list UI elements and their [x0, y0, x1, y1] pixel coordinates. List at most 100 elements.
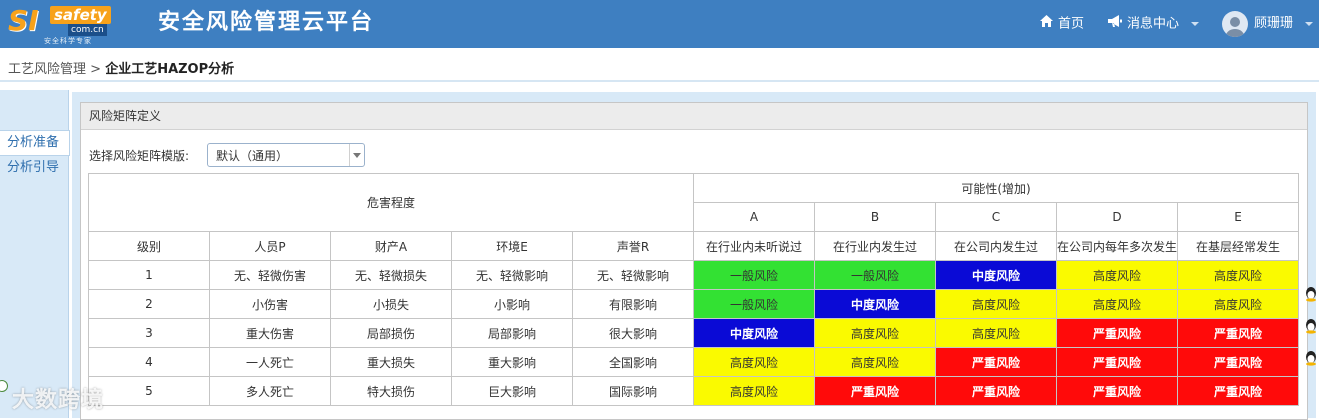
risk-matrix-panel: 风险矩阵定义 选择风险矩阵模版: 默认（通用） 危害程度 可能性(增加) A B… [80, 102, 1308, 420]
personnel-cell: 一人死亡 [209, 347, 331, 377]
risk-cell[interactable]: 高度风险 [814, 347, 936, 377]
risk-cell[interactable]: 高度风险 [1177, 289, 1299, 319]
risk-cell[interactable]: 高度风险 [693, 376, 815, 406]
table-row: 5 多人死亡 特大损伤 巨大影响 国际影响 高度风险 严重风险 严重风险 严重风险 严重风险 [88, 376, 1299, 406]
reputation-cell: 无、轻微影响 [572, 260, 694, 290]
template-select[interactable]: 默认（通用） [207, 143, 365, 167]
property-cell: 重大损失 [330, 347, 452, 377]
template-value: 默认（通用） [216, 149, 289, 163]
column-header: 财产A [330, 231, 452, 261]
severity-header: 危害程度 [88, 173, 694, 232]
logo-si: SI [8, 4, 39, 37]
risk-cell[interactable]: 中度风险 [693, 318, 815, 348]
risk-cell[interactable]: 严重风险 [1177, 318, 1299, 348]
avatar [1222, 10, 1248, 37]
risk-cell[interactable]: 高度风险 [693, 347, 815, 377]
qq-chat-icon[interactable] [1304, 286, 1318, 302]
personnel-cell: 小伤害 [209, 289, 331, 319]
likelihood-letter: A [693, 202, 815, 232]
environment-cell: 局部影响 [451, 318, 573, 348]
message-label: 消息中心 [1127, 16, 1180, 32]
risk-cell[interactable]: 严重风险 [935, 347, 1057, 377]
likelihood-desc: 在基层经常发生 [1177, 231, 1299, 261]
level-cell: 3 [88, 318, 210, 348]
risk-cell[interactable]: 严重风险 [935, 376, 1057, 406]
risk-cell[interactable]: 一般风险 [693, 260, 815, 290]
top-bar: SI safety com.cn 安全科学专家 安全风险管理云平台 首页 消息中… [0, 0, 1319, 48]
bullhorn-icon [1108, 0, 1122, 48]
app-title: 安全风险管理云平台 [158, 10, 375, 35]
template-label: 选择风险矩阵模版: [89, 149, 190, 163]
breadcrumb-parent[interactable]: 工艺风险管理 [8, 62, 86, 77]
reputation-cell: 有限影响 [572, 289, 694, 319]
likelihood-desc: 在行业内发生过 [814, 231, 936, 261]
personnel-cell: 重大伤害 [209, 318, 331, 348]
risk-cell[interactable]: 严重风险 [1177, 376, 1299, 406]
risk-cell[interactable]: 中度风险 [814, 289, 936, 319]
table-row: 3 重大伤害 局部损伤 局部影响 很大影响 中度风险 高度风险 高度风险 严重风险 严重风险 [88, 318, 1299, 348]
message-center[interactable]: 消息中心 [1108, 0, 1200, 48]
table-row: 2 小伤害 小损失 小影响 有限影响 一般风险 中度风险 高度风险 高度风险 高度风险 [88, 289, 1299, 319]
risk-cell[interactable]: 中度风险 [935, 260, 1057, 290]
likelihood-letter: E [1177, 202, 1299, 232]
likelihood-desc: 在公司内发生过 [935, 231, 1057, 261]
risk-cell[interactable]: 一般风险 [814, 260, 936, 290]
home-label: 首页 [1058, 16, 1085, 32]
reputation-cell: 全国影响 [572, 347, 694, 377]
breadcrumb-current: 企业工艺HAZOP分析 [105, 62, 235, 77]
qq-chat-icon[interactable] [1304, 350, 1318, 366]
risk-cell[interactable]: 严重风险 [814, 376, 936, 406]
collapse-handle[interactable] [0, 380, 8, 392]
table-row: 1 无、轻微伤害 无、轻微损失 无、轻微影响 无、轻微影响 一般风险 一般风险 中度风险 高度风… [88, 260, 1299, 290]
user-name: 顾珊珊 [1254, 16, 1294, 31]
risk-cell[interactable]: 高度风险 [814, 318, 936, 348]
breadcrumb-separator: > [86, 62, 106, 77]
home-icon [1040, 0, 1053, 48]
risk-cell[interactable]: 严重风险 [1056, 318, 1178, 348]
sidebar-item-analysis-guide[interactable]: 分析引导 [0, 156, 69, 180]
likelihood-header: 可能性(增加) [693, 173, 1299, 203]
logo[interactable]: SI safety com.cn 安全科学专家 [8, 4, 148, 45]
likelihood-desc: 在行业内未听说过 [693, 231, 815, 261]
table-row: 4 一人死亡 重大损失 重大影响 全国影响 高度风险 高度风险 严重风险 严重风险 严重风险 [88, 347, 1299, 377]
user-menu[interactable]: 顾珊珊 [1222, 0, 1314, 48]
property-cell: 小损失 [330, 289, 452, 319]
level-cell: 5 [88, 376, 210, 406]
column-header: 人员P [209, 231, 331, 261]
property-cell: 无、轻微损失 [330, 260, 452, 290]
personnel-cell: 多人死亡 [209, 376, 331, 406]
reputation-cell: 很大影响 [572, 318, 694, 348]
divider [0, 80, 1319, 82]
reputation-cell: 国际影响 [572, 376, 694, 406]
sidebar-item-analysis-prep[interactable]: 分析准备 [0, 130, 70, 156]
risk-cell[interactable]: 高度风险 [935, 318, 1057, 348]
risk-cell[interactable]: 一般风险 [693, 289, 815, 319]
chevron-down-icon [1191, 22, 1200, 26]
environment-cell: 无、轻微影响 [451, 260, 573, 290]
risk-cell[interactable]: 高度风险 [1177, 260, 1299, 290]
column-header: 声誉R [572, 231, 694, 261]
chevron-down-icon[interactable] [349, 144, 364, 166]
left-sidebar: 分析准备 分析引导 [0, 90, 70, 418]
logo-safety: safety [50, 6, 111, 24]
home-link[interactable]: 首页 [1040, 0, 1084, 48]
template-row: 选择风险矩阵模版: 默认（通用） [89, 143, 365, 169]
risk-cell[interactable]: 高度风险 [1056, 260, 1178, 290]
property-cell: 局部损伤 [330, 318, 452, 348]
risk-cell[interactable]: 严重风险 [1177, 347, 1299, 377]
likelihood-letter: B [814, 202, 936, 232]
environment-cell: 小影响 [451, 289, 573, 319]
logo-sub: 安全科学专家 [44, 37, 92, 45]
level-cell: 2 [88, 289, 210, 319]
level-cell: 1 [88, 260, 210, 290]
risk-cell[interactable]: 高度风险 [1056, 289, 1178, 319]
property-cell: 特大损伤 [330, 376, 452, 406]
risk-cell[interactable]: 严重风险 [1056, 347, 1178, 377]
environment-cell: 重大影响 [451, 347, 573, 377]
likelihood-desc: 在公司内每年多次发生 [1056, 231, 1178, 261]
risk-cell[interactable]: 高度风险 [935, 289, 1057, 319]
risk-cell[interactable]: 严重风险 [1056, 376, 1178, 406]
panel-title: 风险矩阵定义 [81, 103, 1307, 130]
logo-url: com.cn [68, 24, 107, 36]
qq-chat-icon[interactable] [1304, 318, 1318, 334]
